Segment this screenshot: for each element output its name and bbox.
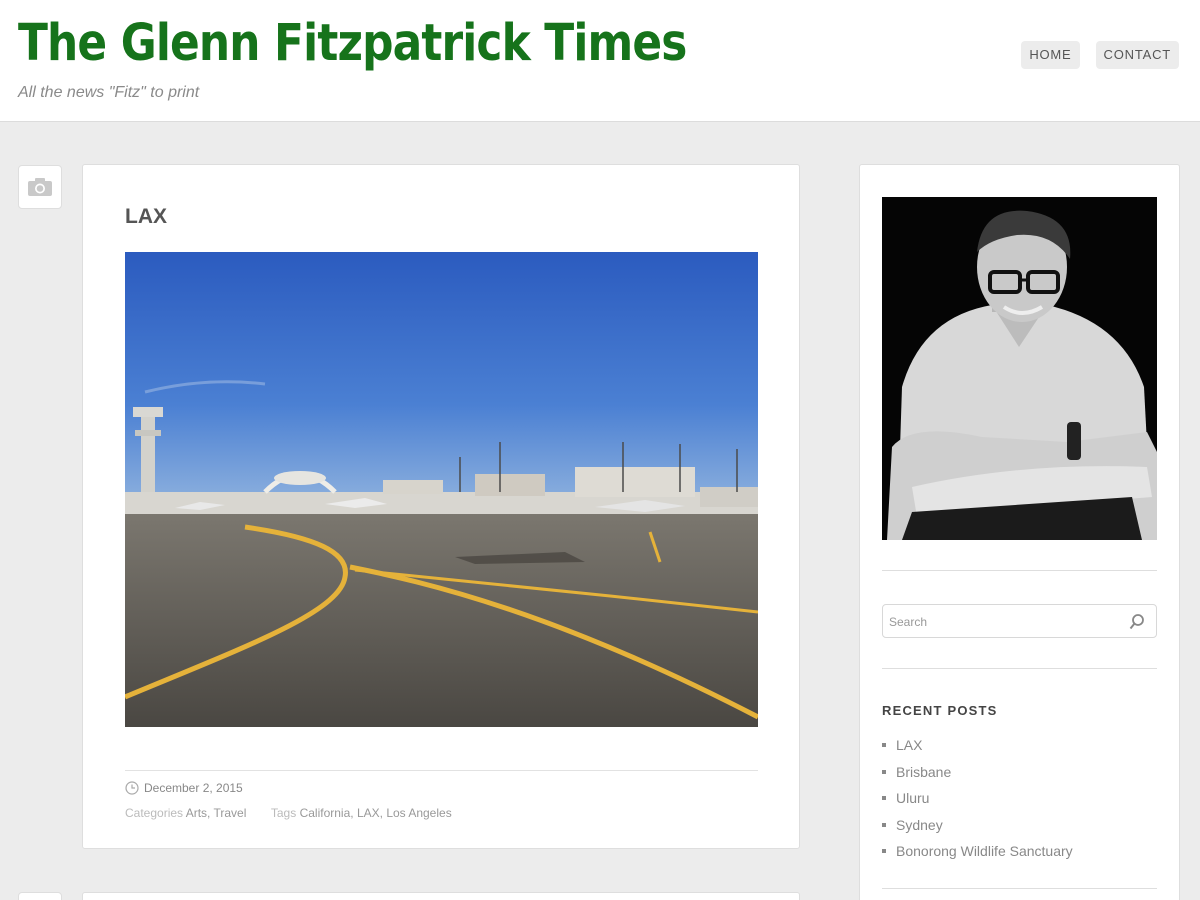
post-format-badge[interactable]	[18, 165, 62, 209]
clock-icon	[125, 781, 139, 795]
recent-posts-list: LAX Brisbane Uluru Sydney Bonorong Wildl…	[882, 732, 1073, 865]
search-input[interactable]	[889, 613, 1119, 631]
portrait-image	[882, 197, 1157, 540]
post-featured-image[interactable]	[125, 252, 758, 727]
post-title[interactable]: LAX	[125, 205, 167, 229]
nav-home[interactable]: HOME	[1021, 41, 1080, 69]
sidebar-divider	[882, 888, 1157, 889]
bullet-icon	[882, 822, 886, 827]
site-tagline: All the news "Fitz" to print	[18, 84, 200, 101]
recent-post-link[interactable]: Uluru	[896, 790, 929, 806]
category-link[interactable]: Arts	[186, 806, 207, 820]
site-header: The Glenn Fitzpatrick Times All the news…	[0, 0, 1200, 122]
recent-post-item[interactable]: Bonorong Wildlife Sanctuary	[882, 838, 1073, 865]
categories-label: Categories	[125, 806, 184, 820]
post-date-text: December 2, 2015	[144, 781, 243, 795]
post-card: LAX December 2, 2015 Categories Arts, Tr…	[82, 164, 800, 849]
sidebar-divider	[882, 570, 1157, 571]
recent-post-item[interactable]: Uluru	[882, 785, 1073, 812]
category-link[interactable]: Travel	[214, 806, 247, 820]
bullet-icon	[882, 769, 886, 774]
camera-icon	[28, 178, 52, 196]
recent-posts-title: RECENT POSTS	[882, 703, 998, 718]
next-post-card	[82, 892, 800, 900]
sidebar: RECENT POSTS LAX Brisbane Uluru Sydney B…	[859, 164, 1180, 900]
bullet-icon	[882, 743, 886, 748]
tags-label: Tags	[270, 806, 297, 820]
bullet-icon	[882, 796, 886, 801]
tag-link[interactable]: California	[300, 806, 351, 820]
author-portrait	[882, 197, 1157, 540]
sidebar-divider	[882, 668, 1157, 669]
tag-link[interactable]: LAX	[357, 806, 380, 820]
recent-post-item[interactable]: Brisbane	[882, 759, 1073, 786]
post-footer-divider	[125, 770, 758, 771]
lax-airport-photo	[125, 252, 758, 727]
recent-post-link[interactable]: Sydney	[896, 817, 943, 833]
nav-contact[interactable]: CONTACT	[1095, 41, 1179, 69]
recent-post-link[interactable]: LAX	[896, 737, 922, 753]
tag-link[interactable]: Los Angeles	[386, 806, 451, 820]
recent-post-link[interactable]: Brisbane	[896, 764, 951, 780]
recent-post-link[interactable]: Bonorong Wildlife Sanctuary	[896, 843, 1073, 859]
search-box	[882, 604, 1157, 638]
recent-post-item[interactable]: Sydney	[882, 812, 1073, 839]
next-post-format-badge[interactable]	[18, 892, 62, 900]
post-meta: Categories Arts, Travel Tags California,…	[125, 806, 452, 820]
search-icon[interactable]	[1128, 613, 1146, 631]
post-date[interactable]: December 2, 2015	[125, 781, 243, 795]
recent-post-item[interactable]: LAX	[882, 732, 1073, 759]
bullet-icon	[882, 849, 886, 854]
main-nav: HOME CONTACT	[1021, 41, 1179, 69]
site-title[interactable]: The Glenn Fitzpatrick Times	[18, 14, 687, 73]
